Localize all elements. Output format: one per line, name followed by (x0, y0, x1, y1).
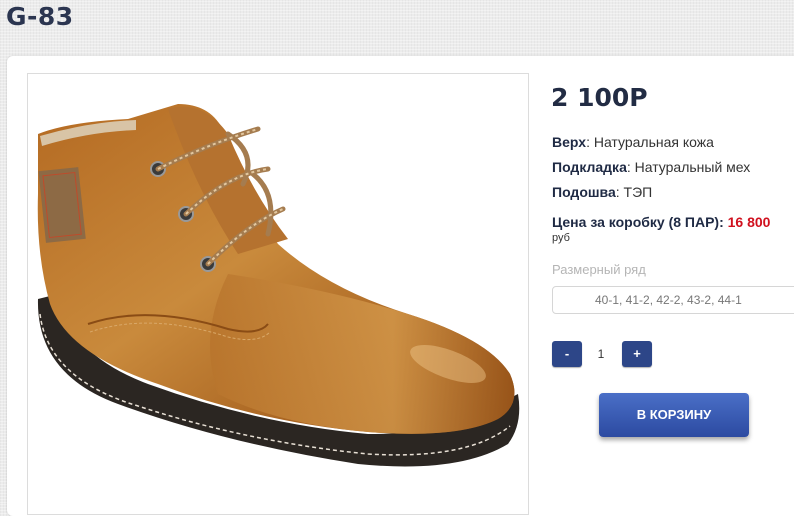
boot-image (37, 104, 520, 467)
spec-upper: Верх: Натуральная кожа (552, 134, 714, 150)
box-price-amount: 16 800 (727, 214, 771, 230)
box-price: Цена за коробку (8 ПАР): 16 800 (552, 214, 770, 230)
product-image[interactable] (27, 73, 529, 515)
spec-lining-label: Подкладка (552, 159, 627, 175)
box-price-currency: руб (552, 232, 570, 244)
box-price-label: Цена за коробку (8 ПАР): (552, 214, 728, 230)
quantity-minus-button[interactable]: - (552, 341, 582, 367)
product-price: 2 100Р (551, 83, 648, 112)
page-title: G-83 (6, 2, 74, 31)
add-to-cart-button[interactable]: В КОРЗИНУ (599, 393, 749, 437)
spec-sole: Подошва: ТЭП (552, 184, 652, 200)
spec-upper-label: Верх (552, 134, 587, 150)
spec-lining-value: : Натуральный мех (626, 159, 751, 175)
spec-sole-value: : ТЭП (615, 184, 653, 200)
spec-lining: Подкладка: Натуральный мех (552, 159, 750, 175)
quantity-input[interactable]: 1 (588, 341, 614, 367)
spec-sole-label: Подошва (552, 184, 616, 200)
quantity-plus-button[interactable]: + (622, 341, 652, 367)
size-range-select[interactable]: 40-1, 41-2, 42-2, 43-2, 44-1 (552, 286, 794, 314)
size-range-label: Размерный ряд (552, 262, 646, 277)
spec-upper-value: : Натуральная кожа (586, 134, 714, 150)
